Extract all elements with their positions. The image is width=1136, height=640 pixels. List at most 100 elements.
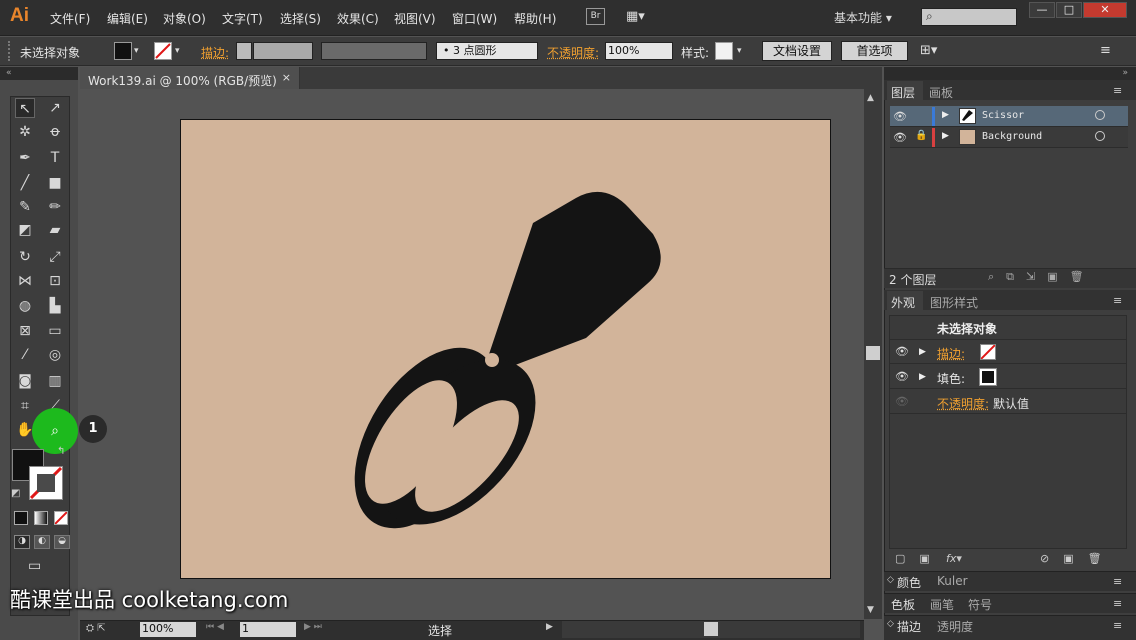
- draw-behind-icon[interactable]: ◐: [34, 535, 50, 549]
- appearance-menu-icon[interactable]: ≡: [1113, 294, 1122, 307]
- color-mode-icon[interactable]: [14, 511, 28, 525]
- stroke-expand-panel-icon[interactable]: ◇: [887, 619, 894, 629]
- color-menu-icon[interactable]: ≡: [1113, 575, 1122, 588]
- fill-dropdown-icon[interactable]: ▾: [134, 46, 139, 56]
- artboard[interactable]: [180, 119, 831, 579]
- bridge-button[interactable]: Br: [586, 8, 605, 25]
- screen-mode-icon[interactable]: ▭: [28, 558, 50, 574]
- fill-expand-icon[interactable]: ▶: [919, 372, 926, 382]
- blend-tool-icon[interactable]: ◎: [45, 345, 65, 365]
- mesh-tool-icon[interactable]: ⊠: [15, 321, 35, 341]
- opacity-visibility-eye-icon[interactable]: 👁: [895, 395, 909, 408]
- layer-visibility-eye-icon[interactable]: 👁: [893, 131, 907, 144]
- scale-tool-icon[interactable]: ⤢: [45, 247, 65, 267]
- menu-window[interactable]: 窗口(W): [452, 10, 497, 27]
- menu-effect[interactable]: 效果(C): [337, 10, 379, 27]
- close-window-button[interactable]: ✕: [1083, 2, 1127, 18]
- type-tool-icon[interactable]: T: [45, 148, 65, 168]
- preferences-button[interactable]: 首选项: [841, 41, 908, 61]
- line-tool-icon[interactable]: ╱: [15, 173, 35, 193]
- appearance-stroke-swatch[interactable]: [980, 344, 996, 360]
- tab-color[interactable]: 颜色: [897, 574, 921, 591]
- tab-brushes[interactable]: 画笔: [930, 596, 954, 613]
- selection-tool-icon[interactable]: ↖: [15, 98, 35, 118]
- menu-edit[interactable]: 编辑(E): [107, 10, 148, 27]
- zoom-tool-icon[interactable]: ⌕: [45, 421, 65, 441]
- width-tool-icon[interactable]: ⋈: [15, 271, 35, 291]
- pencil-tool-icon[interactable]: ✏: [45, 197, 65, 217]
- swap-colors-icon[interactable]: ↰: [57, 446, 65, 457]
- help-search-input[interactable]: ⌕: [921, 8, 1017, 26]
- symbol-sprayer-tool-icon[interactable]: ◙: [15, 371, 35, 391]
- workspace-switcher[interactable]: 基本功能 ▾: [834, 9, 892, 26]
- artboard-tool-icon[interactable]: ⌗: [15, 396, 35, 416]
- vertical-scroll-thumb[interactable]: [866, 346, 880, 360]
- layer-name-background[interactable]: Background: [982, 131, 1042, 142]
- layer-expand-icon[interactable]: ▶: [942, 131, 949, 141]
- opacity-input[interactable]: 100%: [605, 42, 673, 60]
- vertical-scrollbar[interactable]: ▲ ▼: [864, 89, 882, 619]
- menu-file[interactable]: 文件(F): [50, 10, 90, 27]
- eraser-tool-icon[interactable]: ▰: [45, 220, 65, 240]
- blob-brush-tool-icon[interactable]: ◩: [15, 220, 35, 240]
- free-transform-tool-icon[interactable]: ⊡: [45, 271, 65, 291]
- tab-transparency[interactable]: 透明度: [937, 618, 973, 635]
- shape-builder-tool-icon[interactable]: ◍: [15, 296, 35, 316]
- layer-name-scissor[interactable]: Scissor: [982, 110, 1024, 121]
- layers-footer-icons[interactable]: ⌕⧉⇲▣🗑: [988, 270, 1096, 284]
- last-artboard-icon[interactable]: ▶ ⏭: [304, 622, 322, 632]
- menu-object[interactable]: 对象(O): [163, 10, 206, 27]
- rectangle-tool-icon[interactable]: ■: [45, 173, 65, 193]
- appearance-stroke-label[interactable]: 描边:: [937, 345, 965, 362]
- stroke-swatch[interactable]: [154, 42, 172, 60]
- fx-icon[interactable]: fx▾: [946, 552, 962, 565]
- menu-type[interactable]: 文字(T): [222, 10, 263, 27]
- stroke-expand-icon[interactable]: ▶: [919, 347, 926, 357]
- layer-visibility-eye-icon[interactable]: 👁: [893, 110, 907, 123]
- fill-visibility-eye-icon[interactable]: 👁: [895, 370, 909, 383]
- artboard-number-input[interactable]: 1: [240, 622, 296, 637]
- scissors-artwork[interactable]: [181, 120, 832, 580]
- minimize-button[interactable]: —: [1029, 2, 1055, 18]
- close-tab-icon[interactable]: ×: [282, 71, 291, 84]
- scroll-down-icon[interactable]: ▼: [867, 605, 874, 615]
- pen-tool-icon[interactable]: ✒: [15, 148, 35, 168]
- layer-lock-icon[interactable]: 🔒: [915, 130, 927, 141]
- layer-target-icon[interactable]: [1095, 110, 1105, 120]
- tab-kuler[interactable]: Kuler: [937, 574, 968, 588]
- dock-collapse-icon[interactable]: »: [884, 67, 1136, 80]
- layer-expand-icon[interactable]: ▶: [942, 110, 949, 120]
- horizontal-scroll-thumb[interactable]: [704, 622, 718, 636]
- draw-normal-icon[interactable]: ◑: [14, 535, 30, 549]
- appearance-opacity-label[interactable]: 不透明度:: [937, 395, 989, 412]
- tools-panel-collapse-icon[interactable]: «: [0, 67, 78, 80]
- lasso-tool-icon[interactable]: ꝋ: [45, 122, 65, 142]
- menu-view[interactable]: 视图(V): [394, 10, 436, 27]
- rotate-tool-icon[interactable]: ↻: [15, 247, 35, 267]
- status-icons[interactable]: ⛭ ⇱: [86, 623, 106, 634]
- direct-selection-tool-icon[interactable]: ↗: [45, 98, 65, 118]
- eyedropper-tool-icon[interactable]: ⁄: [15, 345, 35, 365]
- brush-dropdown[interactable]: • 3 点圆形: [436, 42, 538, 60]
- scroll-up-icon[interactable]: ▲: [867, 93, 874, 103]
- tab-swatches[interactable]: 色板: [891, 596, 915, 613]
- swatches-menu-icon[interactable]: ≡: [1113, 597, 1122, 610]
- stroke-label[interactable]: 描边:: [201, 44, 229, 61]
- arrange-documents-icon[interactable]: ▦▾: [626, 9, 654, 24]
- stroke-color-swatch[interactable]: [29, 466, 63, 500]
- gradient-mode-icon[interactable]: [34, 511, 48, 525]
- zoom-level-input[interactable]: 100%: [140, 622, 196, 637]
- menu-select[interactable]: 选择(S): [280, 10, 321, 27]
- draw-inside-icon[interactable]: ◒: [54, 535, 70, 549]
- tab-graphic-styles[interactable]: 图形样式: [930, 294, 978, 311]
- default-colors-icon[interactable]: ◩: [11, 488, 20, 499]
- status-menu-icon[interactable]: ▶: [546, 622, 553, 632]
- perspective-grid-tool-icon[interactable]: ▙: [45, 296, 65, 316]
- align-options-icon[interactable]: ⊞▾: [920, 43, 937, 58]
- column-graph-tool-icon[interactable]: ▥: [45, 371, 65, 391]
- gradient-tool-icon[interactable]: ▭: [45, 321, 65, 341]
- menu-help[interactable]: 帮助(H): [514, 10, 556, 27]
- document-setup-button[interactable]: 文档设置: [762, 41, 832, 61]
- maximize-button[interactable]: □: [1056, 2, 1082, 18]
- magic-wand-tool-icon[interactable]: ✲: [15, 122, 35, 142]
